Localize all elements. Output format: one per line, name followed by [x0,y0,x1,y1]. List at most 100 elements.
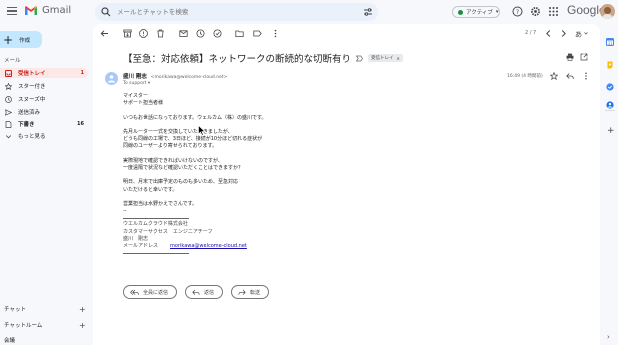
sidebar-item-snoozed[interactable]: スヌーズ中 [0,94,88,104]
snooze-clock-icon[interactable] [196,29,205,38]
delete-trash-icon[interactable] [156,29,165,38]
forward-button[interactable]: 転送 [231,285,270,299]
help-icon[interactable]: ? [512,6,523,17]
signature-email-link[interactable]: morikawa@welcome-cloud.net [170,243,247,249]
older-chevron-right-icon[interactable] [559,29,568,38]
compose-button[interactable]: + 作成 [0,31,42,48]
back-arrow-icon[interactable] [100,29,109,38]
label-tag-icon[interactable] [253,29,262,38]
body-line: 一度遠隔で状況など確認いただくことはできますか？ [123,164,244,171]
email-body: マイスター サポート担当者様 いつもお世話になっております。ウェルカム（株）の盛… [123,93,503,256]
reply-arrow-icon[interactable] [566,72,574,80]
sidebar-chat[interactable]: チャット + [0,304,88,314]
report-spam-icon[interactable] [139,29,148,38]
settings-gear-icon[interactable] [530,6,541,17]
add-task-icon[interactable] [213,29,222,38]
sidebar-item-sent[interactable]: 送信済み [0,107,88,117]
signature-email-label: メールアドレス [123,242,159,249]
draft-count: 16 [77,121,84,127]
chatroom-label: チャットルーム [4,323,43,329]
sidebar-item-more[interactable]: もっと見る [0,131,88,141]
sidebar-item-label: 送信済み [18,110,41,116]
chevron-down-icon [5,133,12,140]
body-line: いただけると幸いです。 [123,186,178,193]
sidebar-item-label: 受信トレイ [18,71,46,77]
remove-label-x-icon[interactable]: ✕ [397,56,400,61]
body-line: 同線のユーザーより寄せられております。 [123,143,218,150]
clock-icon [5,95,12,103]
contacts-app-icon[interactable] [606,101,614,109]
body-line: 実際現地で確認できればいけないのですが、 [123,157,223,164]
mark-unread-icon[interactable] [179,29,188,38]
gmail-m-icon [24,5,38,16]
gmail-logo[interactable]: Gmail [24,5,71,16]
body-line: マイスター [123,93,148,99]
reply-label: 返信 [204,289,215,296]
add-chatroom-plus-icon[interactable]: + [79,321,86,330]
search-options-icon[interactable] [364,8,372,16]
sidebar-meet[interactable]: 会議 [0,335,88,345]
plus-icon: + [3,32,14,47]
sidebar-item-drafts[interactable]: 下書き 16 [0,119,88,129]
draft-icon [5,120,12,128]
move-to-folder-icon[interactable] [235,29,244,38]
reply-icon [192,289,200,295]
sidebar-item-inbox[interactable]: 受信トレイ 1 [0,68,88,78]
subject-row: 【至急：対応依頼】ネットワークの断続的な切断有り 受信トレイ ✕ [123,51,403,65]
signature-email-row: メールアドレス morikawa@welcome-cloud.net [123,243,503,250]
svg-text:あ: あ [575,31,582,39]
inbox-label-chip[interactable]: 受信トレイ ✕ [368,54,403,62]
sidebar-item-label: 下書き [18,122,35,128]
signature-divider [123,218,189,220]
print-icon[interactable] [566,53,574,61]
sender-name[interactable]: 盛川 剛志 [123,74,147,80]
calendar-app-icon[interactable]: 31 [606,38,614,46]
label-chip-text: 受信トレイ [371,56,394,61]
reply-all-label: 全員に返信 [143,289,169,296]
sidebar-item-starred[interactable]: スター付き [0,81,88,91]
search-input[interactable] [117,8,357,16]
apps-grid-icon[interactable] [548,6,559,17]
tasks-app-icon[interactable] [606,83,614,91]
archive-icon[interactable] [123,29,132,38]
reply-all-icon [130,289,139,295]
sidebar-item-label: スヌーズ中 [18,97,46,103]
importance-marker-icon[interactable] [356,55,363,62]
hide-side-panel-chevron-icon[interactable]: › [607,333,610,341]
star-icon [5,82,12,90]
sidebar-item-label: もっと見る [18,134,46,140]
keep-app-icon[interactable] [606,61,614,69]
chat-label: チャット [4,307,26,313]
sender-avatar[interactable] [105,72,118,85]
reply-actions: 全員に返信 返信 転送 [123,285,277,299]
sidebar-chatrooms[interactable]: チャットルーム + [0,320,88,330]
message-pager: 2 / 7 [525,30,537,36]
status-selector[interactable]: アクティブ ▾ [452,6,500,18]
input-tools-icon[interactable]: あ [575,29,589,38]
main-menu-icon[interactable] [7,7,17,15]
message-more-options-icon[interactable] [582,72,590,80]
newer-chevron-left-icon[interactable] [544,29,553,38]
rail-divider [605,110,615,111]
search-icon[interactable] [101,7,111,17]
body-line: 明日、月末で出庫予定のものも多いため、至急対応 [123,179,239,186]
more-options-vertical-icon[interactable] [271,29,280,38]
body-line: 営業担当は水野かえでさんです。 [123,200,198,207]
account-avatar[interactable] [600,4,615,19]
send-icon [5,108,12,116]
body-line: いつもお世話になっております。ウェルカム（株）の盛川です。 [123,114,267,121]
star-message-icon[interactable] [550,72,558,80]
add-chat-plus-icon[interactable]: + [79,305,86,314]
reply-all-button[interactable]: 全員に返信 [123,285,178,299]
app-name: Gmail [42,5,72,16]
search-bar[interactable] [95,3,378,21]
reply-button[interactable]: 返信 [185,285,224,299]
forward-label: 転送 [250,289,261,296]
open-new-window-icon[interactable] [580,53,588,61]
svg-text:31: 31 [607,41,613,46]
get-addons-plus-icon[interactable]: + [607,127,615,136]
compose-label: 作成 [19,37,31,44]
svg-text:?: ? [516,9,519,16]
recipient-details[interactable]: To support ▾ [123,81,150,86]
status-label: アクティブ [466,10,493,16]
